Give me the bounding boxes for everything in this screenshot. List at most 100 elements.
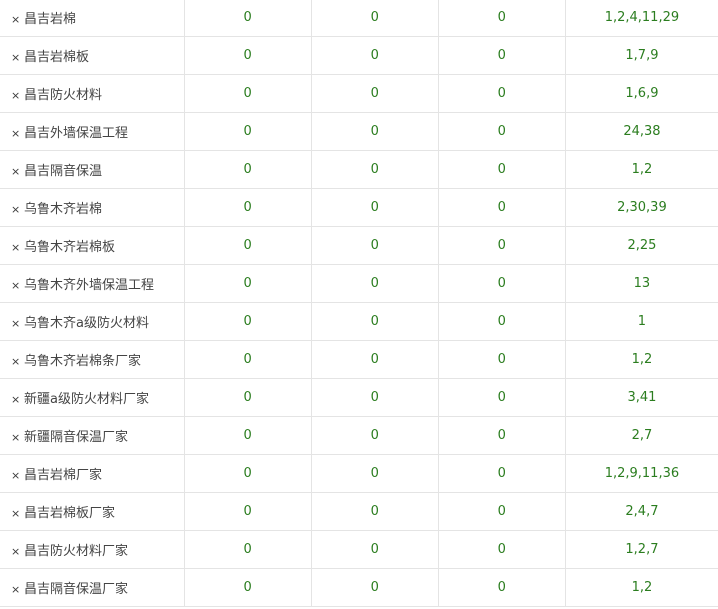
- keyword-cell: × 昌吉隔音保温: [0, 150, 185, 189]
- keyword-cell: × 昌吉防火材料厂家: [0, 530, 185, 569]
- count-cell-3: 0: [438, 454, 566, 493]
- table-row: × 乌鲁木齐岩棉 0 0 0 2,30,39: [0, 188, 718, 227]
- positions-cell: 1,2,9,11,36: [565, 454, 718, 493]
- remove-icon[interactable]: ×: [11, 279, 24, 292]
- table-row: × 乌鲁木齐外墙保温工程 0 0 0 13: [0, 264, 718, 303]
- keyword-cell: × 昌吉岩棉: [0, 0, 185, 37]
- count-cell-2: 0: [311, 226, 439, 265]
- remove-icon[interactable]: ×: [11, 203, 24, 216]
- remove-icon[interactable]: ×: [11, 51, 24, 64]
- count-cell-2: 0: [311, 112, 439, 151]
- keyword-label: 昌吉外墙保温工程: [24, 126, 129, 141]
- keyword-cell: × 昌吉防火材料: [0, 74, 185, 113]
- count-cell-2: 0: [311, 264, 439, 303]
- keyword-cell: × 新疆a级防火材料厂家: [0, 378, 185, 417]
- keyword-label: 乌鲁木齐岩棉: [24, 202, 103, 217]
- table-row: × 乌鲁木齐岩棉板 0 0 0 2,25: [0, 226, 718, 265]
- count-cell-2: 0: [311, 492, 439, 531]
- keyword-label: 昌吉隔音保温厂家: [24, 582, 129, 597]
- remove-icon[interactable]: ×: [11, 317, 24, 330]
- count-cell-2: 0: [311, 36, 439, 75]
- keyword-cell: × 新疆隔音保温厂家: [0, 416, 185, 455]
- count-cell-1: 0: [184, 264, 312, 303]
- positions-cell: 1,2: [565, 150, 718, 189]
- keyword-label: 乌鲁木齐外墙保温工程: [24, 278, 155, 293]
- count-cell-1: 0: [184, 0, 312, 37]
- remove-icon[interactable]: ×: [11, 241, 24, 254]
- keyword-cell: × 昌吉岩棉板: [0, 36, 185, 75]
- count-cell-1: 0: [184, 302, 312, 341]
- count-cell-2: 0: [311, 302, 439, 341]
- remove-icon[interactable]: ×: [11, 355, 24, 368]
- table-row: × 昌吉隔音保温 0 0 0 1,2: [0, 150, 718, 189]
- keyword-cell: × 乌鲁木齐岩棉板: [0, 226, 185, 265]
- remove-icon[interactable]: ×: [11, 393, 24, 406]
- remove-icon[interactable]: ×: [11, 469, 24, 482]
- count-cell-3: 0: [438, 0, 566, 37]
- keyword-label: 昌吉岩棉板: [24, 50, 90, 65]
- count-cell-3: 0: [438, 302, 566, 341]
- remove-icon[interactable]: ×: [11, 89, 24, 102]
- keyword-label: 昌吉岩棉: [24, 12, 77, 27]
- table-row: × 昌吉岩棉 0 0 0 1,2,4,11,29: [0, 0, 718, 37]
- table-row: × 昌吉岩棉厂家 0 0 0 1,2,9,11,36: [0, 454, 718, 493]
- table-row: × 乌鲁木齐a级防火材料 0 0 0 1: [0, 302, 718, 341]
- remove-icon[interactable]: ×: [11, 127, 24, 140]
- remove-icon[interactable]: ×: [11, 583, 24, 596]
- count-cell-1: 0: [184, 454, 312, 493]
- count-cell-1: 0: [184, 150, 312, 189]
- positions-cell: 1,2,4,11,29: [565, 0, 718, 37]
- count-cell-2: 0: [311, 74, 439, 113]
- count-cell-3: 0: [438, 378, 566, 417]
- table-row: × 新疆隔音保温厂家 0 0 0 2,7: [0, 416, 718, 455]
- count-cell-3: 0: [438, 416, 566, 455]
- count-cell-3: 0: [438, 492, 566, 531]
- positions-cell: 2,30,39: [565, 188, 718, 227]
- keyword-cell: × 昌吉岩棉板厂家: [0, 492, 185, 531]
- positions-cell: 3,41: [565, 378, 718, 417]
- remove-icon[interactable]: ×: [11, 507, 24, 520]
- table-row: × 昌吉防火材料厂家 0 0 0 1,2,7: [0, 530, 718, 569]
- table-row: × 昌吉岩棉板 0 0 0 1,7,9: [0, 36, 718, 75]
- table-body: × 昌吉岩棉 0 0 0 1,2,4,11,29 × 昌吉岩棉板 0 0 0 1,7…: [0, 0, 718, 607]
- keyword-label: 昌吉岩棉板厂家: [24, 506, 116, 521]
- keyword-cell: × 乌鲁木齐外墙保温工程: [0, 264, 185, 303]
- table-row: × 昌吉防火材料 0 0 0 1,6,9: [0, 74, 718, 113]
- positions-cell: 1,7,9: [565, 36, 718, 75]
- count-cell-3: 0: [438, 74, 566, 113]
- table-row: × 昌吉岩棉板厂家 0 0 0 2,4,7: [0, 492, 718, 531]
- positions-cell: 24,38: [565, 112, 718, 151]
- count-cell-2: 0: [311, 378, 439, 417]
- remove-icon[interactable]: ×: [11, 545, 24, 558]
- remove-icon[interactable]: ×: [11, 431, 24, 444]
- keyword-label: 昌吉隔音保温: [24, 164, 103, 179]
- count-cell-2: 0: [311, 340, 439, 379]
- keyword-label: 新疆a级防火材料厂家: [24, 392, 149, 407]
- positions-cell: 1,6,9: [565, 74, 718, 113]
- count-cell-3: 0: [438, 568, 566, 607]
- remove-icon[interactable]: ×: [11, 165, 24, 178]
- remove-icon[interactable]: ×: [11, 13, 24, 26]
- keyword-label: 昌吉防火材料: [24, 88, 103, 103]
- count-cell-1: 0: [184, 378, 312, 417]
- keyword-ranking-table: × 昌吉岩棉 0 0 0 1,2,4,11,29 × 昌吉岩棉板 0 0 0 1,7…: [0, 0, 718, 607]
- table-row: × 昌吉隔音保温厂家 0 0 0 1,2: [0, 568, 718, 607]
- count-cell-3: 0: [438, 264, 566, 303]
- count-cell-3: 0: [438, 226, 566, 265]
- positions-cell: 2,7: [565, 416, 718, 455]
- table-row: × 新疆a级防火材料厂家 0 0 0 3,41: [0, 378, 718, 417]
- count-cell-2: 0: [311, 150, 439, 189]
- count-cell-2: 0: [311, 568, 439, 607]
- keyword-cell: × 乌鲁木齐岩棉条厂家: [0, 340, 185, 379]
- keyword-cell: × 昌吉隔音保温厂家: [0, 568, 185, 607]
- count-cell-3: 0: [438, 188, 566, 227]
- table-row: × 乌鲁木齐岩棉条厂家 0 0 0 1,2: [0, 340, 718, 379]
- keyword-cell: × 乌鲁木齐a级防火材料: [0, 302, 185, 341]
- count-cell-1: 0: [184, 112, 312, 151]
- count-cell-1: 0: [184, 226, 312, 265]
- count-cell-3: 0: [438, 112, 566, 151]
- keyword-cell: × 昌吉岩棉厂家: [0, 454, 185, 493]
- keyword-label: 昌吉防火材料厂家: [24, 544, 129, 559]
- count-cell-1: 0: [184, 416, 312, 455]
- positions-cell: 13: [565, 264, 718, 303]
